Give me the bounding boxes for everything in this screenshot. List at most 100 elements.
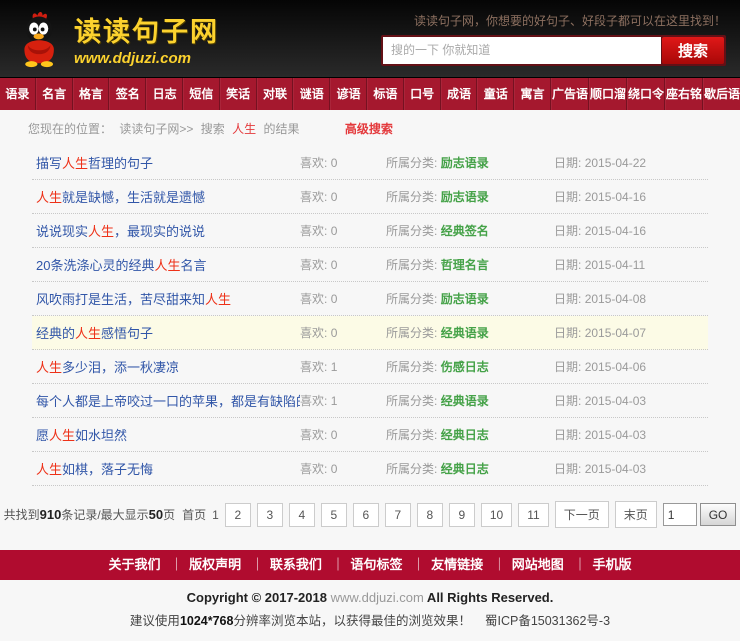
page-button-3[interactable]: 3: [257, 503, 283, 527]
site-logo[interactable]: 读读句子网 www.ddjuzi.com: [14, 10, 219, 68]
date-value: 日期: 2015-04-03: [554, 426, 704, 443]
category-link[interactable]: 哲理名言: [441, 258, 489, 272]
date-value: 日期: 2015-04-03: [554, 392, 704, 409]
result-title-link[interactable]: 经典的人生感悟句子: [36, 323, 300, 342]
likes-count: 喜欢: 1: [300, 392, 386, 409]
nav-item-biaoyu[interactable]: 标语: [367, 78, 404, 110]
nav-item-rizhi[interactable]: 日志: [146, 78, 183, 110]
category-cell: 所属分类: 励志语录: [386, 188, 554, 205]
page-button-11[interactable]: 11: [518, 503, 548, 527]
category-link[interactable]: 经典语录: [441, 326, 489, 340]
category-cell: 所属分类: 经典语录: [386, 392, 554, 409]
result-title-link[interactable]: 每个人都是上帝咬过一口的苹果，都是有缺陷的！: [36, 391, 300, 410]
nav-item-guanggaoyu[interactable]: 广告语: [551, 78, 589, 110]
title-text: 说说现实: [36, 224, 88, 239]
breadcrumb-prefix: 您现在的位置：: [28, 122, 112, 136]
footer-link-tags[interactable]: 语句标签: [325, 557, 402, 572]
pagination-first[interactable]: 首页: [182, 506, 206, 523]
footer-link-mobile[interactable]: 手机版: [567, 557, 631, 572]
copyright-line: Copyright © 2017-2018 www.ddjuzi.com All…: [0, 580, 740, 605]
result-title-link[interactable]: 人生多少泪，添一秋凄凉: [36, 357, 300, 376]
nav-item-yanyu[interactable]: 谚语: [330, 78, 367, 110]
pagination-last[interactable]: 末页: [615, 501, 657, 528]
note-text: 建议使用: [130, 614, 180, 628]
footer-link-friends[interactable]: 友情链接: [406, 557, 483, 572]
title-text: 感悟句子: [101, 326, 153, 341]
nav-item-yuyan[interactable]: 寓言: [514, 78, 551, 110]
nav-item-xiaohua[interactable]: 笑话: [220, 78, 257, 110]
category-link[interactable]: 经典日志: [441, 462, 489, 476]
result-title-link[interactable]: 风吹雨打是生活，苦尽甜来知人生: [36, 289, 300, 308]
nav-item-zuoyouming[interactable]: 座右铭: [665, 78, 703, 110]
page-button-2[interactable]: 2: [225, 503, 251, 527]
category-cell: 所属分类: 哲理名言: [386, 256, 554, 273]
page-button-5[interactable]: 5: [321, 503, 347, 527]
result-row: 20条洗涤心灵的经典人生名言 喜欢: 0 所属分类: 哲理名言 日期: 2015…: [32, 248, 708, 282]
breadcrumb-action: 搜索: [201, 122, 225, 136]
page-button-7[interactable]: 7: [385, 503, 411, 527]
goto-page-input[interactable]: [663, 503, 697, 526]
nav-item-tonghua[interactable]: 童话: [477, 78, 514, 110]
date-value: 日期: 2015-04-07: [554, 324, 704, 341]
nav-item-miyu[interactable]: 谜语: [293, 78, 330, 110]
footer-nav: 关于我们 版权声明 联系我们 语句标签 友情链接 网站地图 手机版: [0, 550, 740, 580]
result-row-highlighted: 经典的人生感悟句子 喜欢: 0 所属分类: 经典语录 日期: 2015-04-0…: [32, 316, 708, 350]
result-title-link[interactable]: 说说现实人生，最现实的说说: [36, 221, 300, 240]
page-button-4[interactable]: 4: [289, 503, 315, 527]
result-title-link[interactable]: 20条洗涤心灵的经典人生名言: [36, 255, 300, 274]
nav-item-xiehouyu[interactable]: 歇后语: [703, 78, 740, 110]
nav-item-raokouling[interactable]: 绕口令: [627, 78, 665, 110]
goto-page-button[interactable]: GO: [700, 503, 737, 526]
category-cell: 所属分类: 励志语录: [386, 290, 554, 307]
title-keyword: 人生: [36, 360, 62, 375]
title-text: 每个人都是上帝咬过一口的苹果，都是有缺陷的！: [36, 394, 300, 409]
breadcrumb-keyword: 人生: [232, 122, 256, 136]
result-title-link[interactable]: 人生就是缺憾，生活就是遗憾: [36, 187, 300, 206]
category-cell: 所属分类: 伤感日志: [386, 358, 554, 375]
nav-item-geyan[interactable]: 格言: [73, 78, 110, 110]
category-link[interactable]: 伤感日志: [441, 360, 489, 374]
nav-item-yulu[interactable]: 语录: [0, 78, 36, 110]
breadcrumb-site-link[interactable]: 读读句子网>>: [119, 122, 193, 136]
result-title-link[interactable]: 描写人生哲理的句子: [36, 153, 300, 172]
nav-item-duilian[interactable]: 对联: [257, 78, 294, 110]
advanced-search-link[interactable]: 高级搜索: [345, 122, 393, 136]
note-resolution: 1024*768: [180, 614, 234, 628]
category-link[interactable]: 经典签名: [441, 224, 489, 238]
title-text: ，最现实的说说: [114, 224, 205, 239]
nav-item-duanxin[interactable]: 短信: [183, 78, 220, 110]
page-button-10[interactable]: 10: [481, 503, 512, 527]
nav-item-qianming[interactable]: 签名: [109, 78, 146, 110]
nav-item-mingyan[interactable]: 名言: [36, 78, 73, 110]
page-button-8[interactable]: 8: [417, 503, 443, 527]
date-value: 日期: 2015-04-22: [554, 154, 704, 171]
title-text: 描写: [36, 156, 62, 171]
category-link[interactable]: 经典语录: [441, 394, 489, 408]
search-input[interactable]: [383, 37, 661, 64]
result-row: 人生多少泪，添一秋凄凉 喜欢: 1 所属分类: 伤感日志 日期: 2015-04…: [32, 350, 708, 384]
footer-link-about[interactable]: 关于我们: [109, 557, 161, 572]
mascot-bird-icon: [14, 10, 66, 68]
nav-item-chengyu[interactable]: 成语: [441, 78, 478, 110]
site-header: 读读句子网 www.ddjuzi.com 读读句子网，你想要的好句子、好段子都可…: [0, 0, 740, 78]
page-button-6[interactable]: 6: [353, 503, 379, 527]
result-title-link[interactable]: 人生如棋，落子无悔: [36, 459, 300, 478]
pagination-next[interactable]: 下一页: [555, 501, 609, 528]
category-link[interactable]: 励志语录: [441, 292, 489, 306]
date-value: 日期: 2015-04-06: [554, 358, 704, 375]
category-link[interactable]: 励志语录: [441, 156, 489, 170]
search-button[interactable]: 搜索: [662, 37, 724, 64]
category-link[interactable]: 经典日志: [441, 428, 489, 442]
title-keyword: 人生: [75, 326, 101, 341]
nav-item-kouhao[interactable]: 口号: [404, 78, 441, 110]
page-button-9[interactable]: 9: [449, 503, 475, 527]
footer-link-copyright[interactable]: 版权声明: [164, 557, 241, 572]
category-link[interactable]: 励志语录: [441, 190, 489, 204]
category-cell: 所属分类: 经典签名: [386, 222, 554, 239]
footer-link-sitemap[interactable]: 网站地图: [487, 557, 564, 572]
result-title-link[interactable]: 愿人生如水坦然: [36, 425, 300, 444]
date-value: 日期: 2015-04-03: [554, 460, 704, 477]
footer-link-contact[interactable]: 联系我们: [245, 557, 322, 572]
likes-count: 喜欢: 0: [300, 460, 386, 477]
nav-item-shunkouliu[interactable]: 顺口溜: [589, 78, 627, 110]
